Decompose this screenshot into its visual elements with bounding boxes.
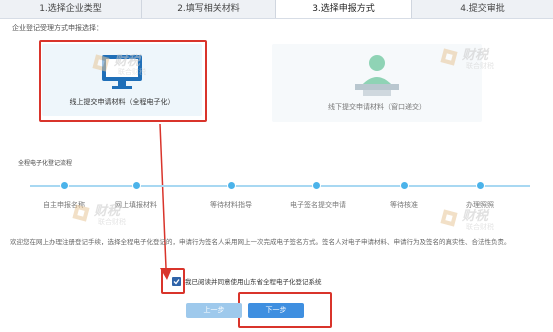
check-icon — [173, 278, 180, 284]
notice-text: 欢迎您在网上办理注册登记手续，选择全程电子化登记的，申请行为签名人采用网上一次完… — [10, 238, 511, 246]
step-tab-4[interactable]: 4.提交审批 — [412, 0, 553, 18]
flow-node-2-dot — [132, 181, 141, 190]
previous-step-button[interactable]: 上一步 — [186, 303, 242, 318]
flow-node-1-label: 自主申报名称 — [43, 201, 85, 209]
flow-node-3-dot — [227, 181, 236, 190]
step-tab-3[interactable]: 3.选择申报方式 — [276, 0, 412, 18]
step-tab-1[interactable]: 1.选择企业类型 — [0, 0, 142, 18]
flow-node-2-label: 网上填报材料 — [115, 201, 157, 209]
flow-node-6-dot — [476, 181, 485, 190]
offline-method-option[interactable]: 线下提交申请材料（窗口递交） — [272, 44, 482, 122]
agreement-label: 我已阅读并同意使用山东省全程电子化登记系统 — [185, 278, 322, 286]
agreement-checkbox[interactable] — [172, 276, 181, 286]
online-method-option[interactable]: 线上提交申请材料（全程电子化） — [42, 44, 202, 116]
flow-node-1-dot — [60, 181, 69, 190]
watermark-subtitle: 联合财税 — [98, 218, 126, 226]
agreement-row: 我已阅读并同意使用山东省全程电子化登记系统 — [172, 276, 322, 286]
method-intro: 企业登记受理方式申报选择： — [12, 24, 103, 32]
next-step-button[interactable]: 下一步 — [248, 303, 304, 318]
watermark-subtitle: 联合财税 — [466, 223, 494, 231]
flow-title: 全程电子化登记流程 — [18, 160, 73, 167]
step-tab-2[interactable]: 2.填写相关材料 — [142, 0, 276, 18]
flow-node-6-label: 办理照照 — [466, 201, 494, 209]
online-method-label: 线上提交申请材料（全程电子化） — [69, 98, 175, 106]
step-tabs: 1.选择企业类型 2.填写相关材料 3.选择申报方式 4.提交审批 — [0, 0, 553, 19]
watermark-logo-icon — [440, 209, 458, 227]
flow-node-5-label: 等待核准 — [390, 201, 418, 209]
flow-node-4-dot — [312, 181, 321, 190]
offline-method-label: 线下提交申请材料（窗口递交） — [328, 103, 426, 111]
flow-node-5-dot — [400, 181, 409, 190]
monitor-icon — [102, 55, 142, 89]
flow-line — [30, 185, 530, 187]
flow-node-4-label: 电子签名提交申请 — [290, 201, 346, 209]
flow-node-3-label: 等待材料指导 — [210, 201, 252, 209]
counter-service-icon — [355, 55, 399, 96]
